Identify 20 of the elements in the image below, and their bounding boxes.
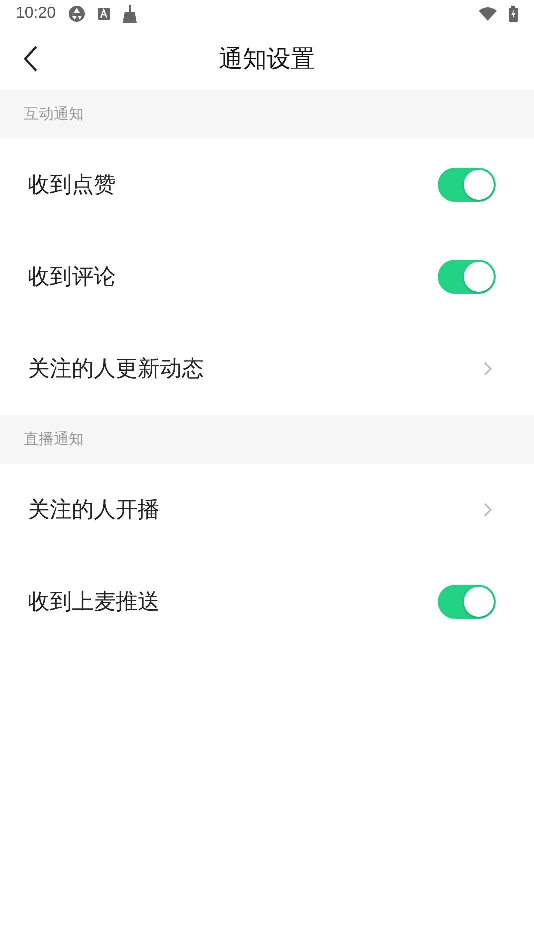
wifi-icon: [479, 7, 497, 21]
setting-label: 收到点赞: [28, 172, 117, 200]
setting-label: 收到评论: [28, 264, 117, 292]
back-icon[interactable]: [24, 46, 38, 72]
chevron-right-icon: [484, 503, 492, 517]
status-time: 10:20: [16, 5, 56, 23]
toggle-switch[interactable]: [438, 585, 496, 619]
battery-icon: [509, 6, 518, 22]
aperture-icon: [68, 5, 86, 23]
setting-label[interactable]: 关注的人开播: [28, 495, 484, 525]
square-icon: [98, 8, 110, 20]
page-title: 通知设置: [219, 44, 315, 75]
broom-icon: [122, 5, 138, 23]
section-title: 直播通知: [24, 430, 84, 449]
setting-label: 收到上麦推送: [28, 589, 161, 617]
chevron-right-icon: [484, 362, 492, 376]
toggle-switch[interactable]: [438, 168, 496, 202]
toggle-switch[interactable]: [438, 260, 496, 294]
setting-label[interactable]: 关注的人更新动态: [28, 354, 484, 384]
section-title: 互动通知: [24, 105, 84, 124]
